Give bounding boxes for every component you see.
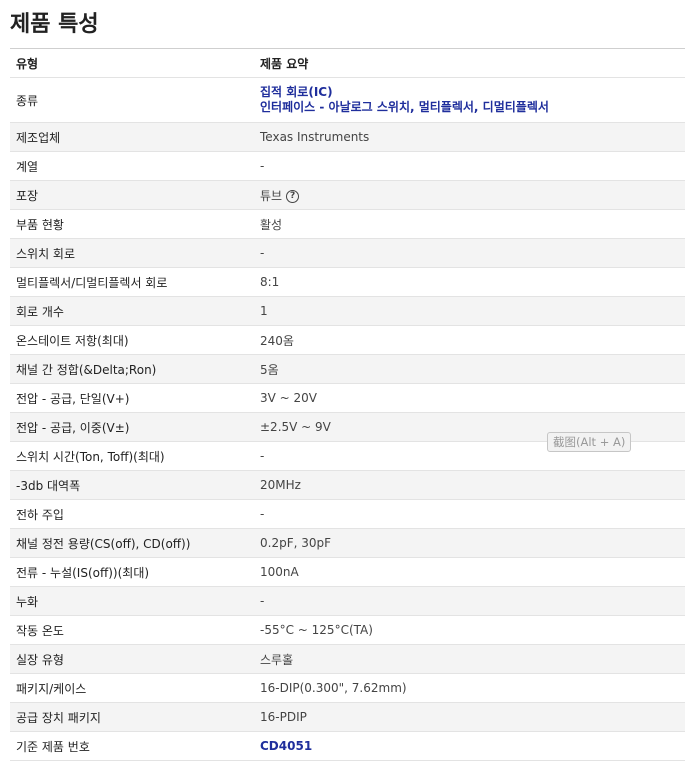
table-row: 회로 개수 1 [10, 296, 685, 326]
base-product-link[interactable]: CD4051 [260, 739, 312, 753]
row-label: 전하 주입 [10, 499, 254, 529]
table-row: -3db 대역폭 20MHz [10, 470, 685, 500]
table-row: 패키지/케이스 16-DIP(0.300", 7.62mm) [10, 673, 685, 703]
table-row: 채널 간 정합(&Delta;Ron) 5옴 [10, 354, 685, 384]
row-value: 활성 [254, 209, 685, 239]
row-label: 종류 [10, 77, 254, 123]
row-label: 전압 - 공급, 이중(V±) [10, 412, 254, 442]
table-row: 채널 정전 용량(CS(off), CD(off)) 0.2pF, 30pF [10, 528, 685, 558]
header-summary: 제품 요약 [254, 48, 685, 78]
row-value: 16-PDIP [254, 702, 685, 732]
row-value: 3V ~ 20V [254, 383, 685, 413]
table-row: 멀티플렉서/디멀티플렉서 회로 8:1 [10, 267, 685, 297]
packaging-text: 튜브 [260, 188, 283, 203]
page-title: 제품 특성 [10, 12, 99, 37]
row-label: 회로 개수 [10, 296, 254, 326]
row-label: 포장 [10, 180, 254, 210]
row-label: 스위치 시간(Ton, Toff)(최대) [10, 441, 254, 471]
row-label: 제조업체 [10, 122, 254, 152]
row-value: 8:1 [254, 267, 685, 297]
table-row: 제조업체 Texas Instruments [10, 122, 685, 152]
row-value: -55°C ~ 125°C(TA) [254, 615, 685, 645]
row-label: 스위치 회로 [10, 238, 254, 268]
product-attributes-table: 유형 제품 요약 종류 집적 회로(IC) 인터페이스 - 아날로그 스위치, … [10, 48, 685, 761]
table-row: 전류 - 누설(IS(off))(최대) 100nA [10, 557, 685, 587]
row-label: 공급 장치 패키지 [10, 702, 254, 732]
row-value: 스루홀 [254, 644, 685, 674]
row-value: 100nA [254, 557, 685, 587]
table-row: 작동 온도 -55°C ~ 125°C(TA) [10, 615, 685, 645]
row-value: 240옴 [254, 325, 685, 355]
row-value: Texas Instruments [254, 122, 685, 152]
header-type: 유형 [10, 48, 254, 78]
row-label: 실장 유형 [10, 644, 254, 674]
row-label: 작동 온도 [10, 615, 254, 645]
table-row: 계열 - [10, 151, 685, 181]
row-label: 계열 [10, 151, 254, 181]
row-label: -3db 대역폭 [10, 470, 254, 500]
category-link-ic[interactable]: 집적 회로(IC) [260, 85, 333, 99]
table-row: 포장 튜브? [10, 180, 685, 210]
table-row: 부품 현황 활성 [10, 209, 685, 239]
row-value: - [254, 499, 685, 529]
table-row: 기준 제품 번호 CD4051 [10, 731, 685, 761]
row-label: 채널 간 정합(&Delta;Ron) [10, 354, 254, 384]
screenshot-tooltip: 截图(Alt + A) [547, 432, 632, 452]
row-value: 5옴 [254, 354, 685, 384]
base-product-number: CD4051 [254, 731, 685, 761]
row-value: 1 [254, 296, 685, 326]
row-label: 전류 - 누설(IS(off))(최대) [10, 557, 254, 587]
table-header-row: 유형 제품 요약 [10, 48, 685, 78]
table-row: 누화 - [10, 586, 685, 616]
row-value-packaging: 튜브? [254, 180, 685, 210]
category-value: 집적 회로(IC) 인터페이스 - 아날로그 스위치, 멀티플렉서, 디멀티플렉… [254, 77, 685, 123]
row-label: 기준 제품 번호 [10, 731, 254, 761]
category-link-analog-switch[interactable]: 인터페이스 - 아날로그 스위치, 멀티플렉서, 디멀티플렉서 [260, 100, 549, 114]
row-label: 패키지/케이스 [10, 673, 254, 703]
table-row: 실장 유형 스루홀 [10, 644, 685, 674]
row-label: 전압 - 공급, 단일(V+) [10, 383, 254, 413]
row-value: - [254, 586, 685, 616]
row-value: - [254, 151, 685, 181]
row-label: 부품 현황 [10, 209, 254, 239]
table-row: 공급 장치 패키지 16-PDIP [10, 702, 685, 732]
table-row: 온스테이트 저항(최대) 240옴 [10, 325, 685, 355]
row-label: 누화 [10, 586, 254, 616]
row-value: 20MHz [254, 470, 685, 500]
question-circle-icon[interactable]: ? [286, 189, 300, 203]
row-label: 멀티플렉서/디멀티플렉서 회로 [10, 267, 254, 297]
row-value: 16-DIP(0.300", 7.62mm) [254, 673, 685, 703]
table-row: 종류 집적 회로(IC) 인터페이스 - 아날로그 스위치, 멀티플렉서, 디멀… [10, 77, 685, 123]
row-label: 채널 정전 용량(CS(off), CD(off)) [10, 528, 254, 558]
row-label: 온스테이트 저항(최대) [10, 325, 254, 355]
table-row: 전압 - 공급, 단일(V+) 3V ~ 20V [10, 383, 685, 413]
row-value: 0.2pF, 30pF [254, 528, 685, 558]
table-row: 전하 주입 - [10, 499, 685, 529]
table-row: 스위치 회로 - [10, 238, 685, 268]
row-value: - [254, 238, 685, 268]
